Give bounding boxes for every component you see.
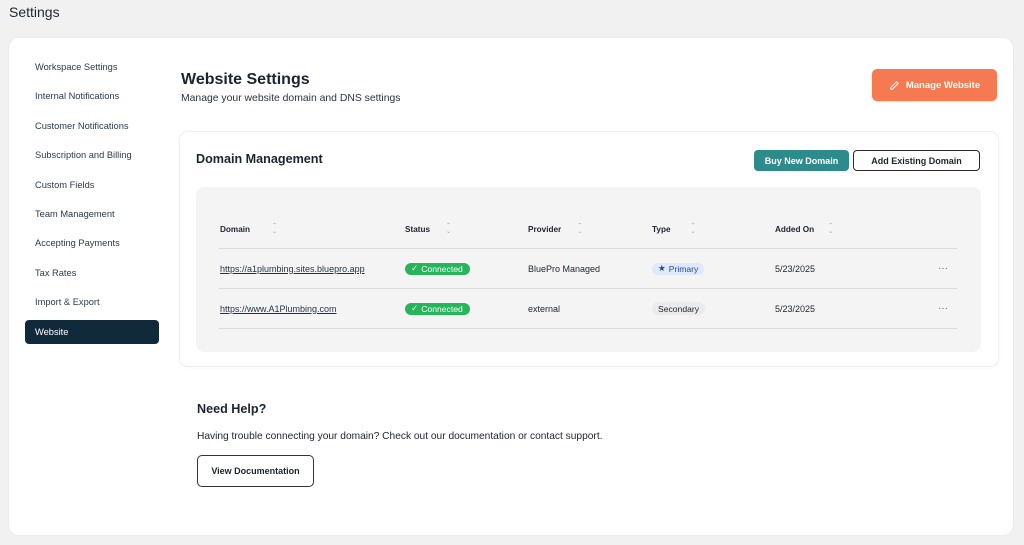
sidebar-item-team-management[interactable]: Team Management: [25, 202, 159, 226]
sidebar-item-subscription-billing[interactable]: Subscription and Billing: [25, 143, 159, 167]
added-on-cell: 5/23/2025: [775, 263, 816, 274]
page-title: Settings: [9, 4, 60, 20]
section-subtitle: Manage your website domain and DNS setti…: [181, 93, 401, 104]
status-cell: ✓ Connected: [405, 249, 470, 288]
status-badge: ✓ Connected: [405, 262, 470, 275]
column-label: Added On: [775, 224, 815, 234]
help-text: Having trouble connecting your domain? C…: [197, 431, 603, 442]
section-title: Website Settings: [181, 71, 310, 88]
status-text: Connected: [421, 303, 463, 314]
pencil-icon: [890, 80, 899, 90]
status-badge: ✓ Connected: [405, 302, 470, 315]
sidebar-item-custom-fields[interactable]: Custom Fields: [25, 173, 159, 197]
check-icon: ✓: [411, 263, 419, 273]
status-cell: ✓ Connected: [405, 289, 470, 328]
sidebar-item-workspace-settings[interactable]: Workspace Settings: [25, 55, 159, 79]
column-label: Type: [652, 224, 671, 234]
add-existing-domain-button[interactable]: Add Existing Domain: [853, 150, 980, 171]
view-documentation-button[interactable]: View Documentation: [197, 455, 314, 487]
domain-management-panel: Domain Management Buy New Domain Add Exi…: [180, 132, 998, 366]
column-header-type[interactable]: Type ⌃ ⌄: [652, 223, 696, 235]
more-options-icon[interactable]: ···: [938, 249, 948, 288]
type-badge: Secondary: [652, 302, 706, 315]
sort-icon: ⌃ ⌄: [577, 223, 583, 235]
type-cell: ★ Primary: [652, 249, 705, 288]
sort-icon: ⌃ ⌄: [272, 223, 278, 235]
domain-management-title: Domain Management: [196, 152, 323, 166]
domain-link[interactable]: https://www.A1Plumbing.com: [220, 289, 337, 328]
more-options-icon[interactable]: ···: [938, 289, 948, 328]
sidebar-item-import-export[interactable]: Import & Export: [25, 290, 159, 314]
table-row: https://www.A1Plumbing.com ✓ Connected e…: [218, 289, 958, 329]
sidebar-item-accepting-payments[interactable]: Accepting Payments: [25, 231, 159, 255]
column-header-added-on[interactable]: Added On ⌃ ⌄: [775, 223, 833, 235]
column-header-status[interactable]: Status ⌃ ⌄: [405, 223, 451, 235]
domains-table: Domain ⌃ ⌄ Status ⌃ ⌄ Provider ⌃ ⌄ Type ⌃ ⌄ …: [196, 187, 981, 352]
check-icon: ✓: [411, 303, 419, 313]
sort-icon: ⌃ ⌄: [446, 223, 452, 235]
type-cell: Secondary: [652, 289, 706, 328]
manage-website-button[interactable]: Manage Website: [872, 69, 997, 101]
sidebar-item-internal-notifications[interactable]: Internal Notifications: [25, 84, 159, 108]
column-header-provider[interactable]: Provider ⌃ ⌄: [528, 223, 582, 235]
table-header: Domain ⌃ ⌄ Status ⌃ ⌄ Provider ⌃ ⌄ Type ⌃ ⌄ …: [218, 217, 958, 249]
type-text: Primary: [668, 263, 699, 274]
status-text: Connected: [421, 263, 463, 274]
column-header-domain[interactable]: Domain ⌃ ⌄: [220, 223, 277, 235]
sidebar-item-customer-notifications[interactable]: Customer Notifications: [25, 114, 159, 138]
settings-sidebar: Workspace Settings Internal Notification…: [25, 55, 159, 349]
provider-cell: external: [528, 303, 561, 314]
column-label: Provider: [528, 224, 562, 234]
help-title: Need Help?: [197, 402, 267, 416]
type-badge: ★ Primary: [652, 262, 705, 275]
column-label: Domain: [220, 224, 251, 234]
added-on-cell: 5/23/2025: [775, 303, 816, 314]
star-icon: ★: [658, 263, 666, 273]
domain-link[interactable]: https://a1plumbing.sites.bluepro.app: [220, 249, 365, 288]
sort-icon: ⌃ ⌄: [690, 223, 696, 235]
provider-cell: BluePro Managed: [528, 263, 601, 274]
sidebar-item-tax-rates[interactable]: Tax Rates: [25, 261, 159, 285]
column-label: Status: [405, 224, 431, 234]
sort-icon: ⌃ ⌄: [828, 223, 834, 235]
buy-new-domain-button[interactable]: Buy New Domain: [754, 150, 849, 171]
settings-card: Workspace Settings Internal Notification…: [9, 38, 1013, 535]
sidebar-item-website[interactable]: Website: [25, 319, 159, 344]
table-row: https://a1plumbing.sites.bluepro.app ✓ C…: [218, 249, 958, 289]
manage-website-label: Manage Website: [905, 79, 981, 91]
